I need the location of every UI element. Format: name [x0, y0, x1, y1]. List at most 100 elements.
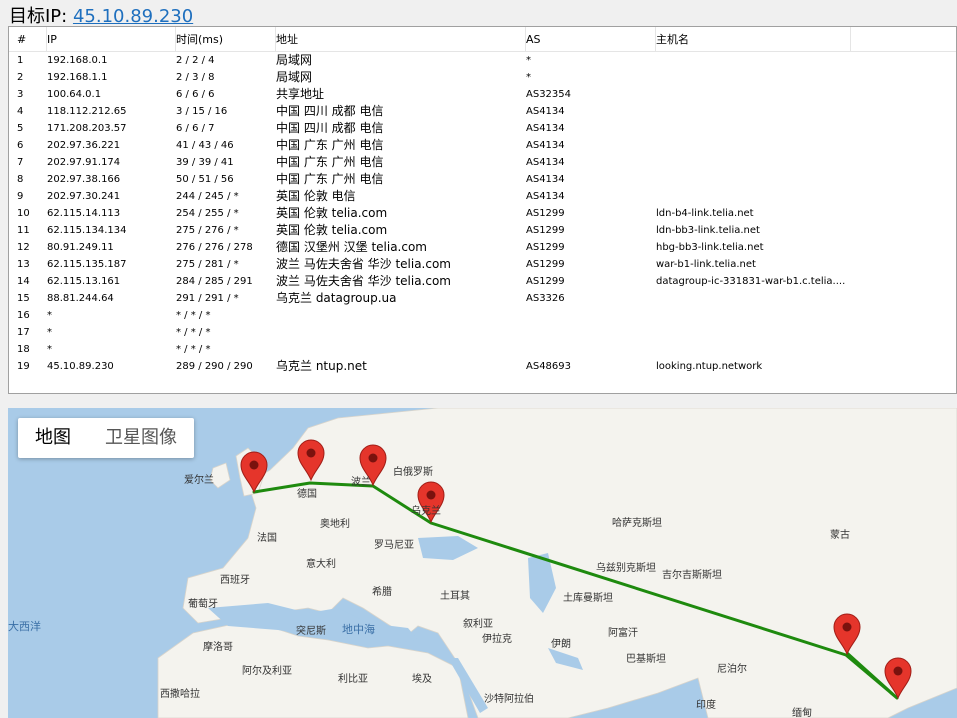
- cell-hostname: looking.ntup.network: [656, 361, 763, 372]
- table-row[interactable]: 19 45.10.89.230 289 / 290 / 290 乌克兰 ntup.ne…: [9, 358, 956, 375]
- cell-hop: 2: [17, 72, 24, 83]
- map-label: 奥地利: [320, 519, 350, 530]
- table-row[interactable]: 10 62.115.14.113 254 / 255 / * 英国 伦敦 telia.…: [9, 205, 956, 222]
- cell-time: 39 / 39 / 41: [176, 157, 234, 168]
- map-label: 希腊: [372, 587, 392, 598]
- table-row[interactable]: 15 88.81.244.64 291 / 291 / * 乌克兰 datagroup…: [9, 290, 956, 307]
- cell-address: 波兰 马佐夫舍省 华沙 telia.com: [276, 257, 451, 271]
- cell-as: *: [526, 55, 531, 66]
- map-label: 印度: [696, 700, 716, 711]
- table-row[interactable]: 8 202.97.38.166 50 / 51 / 56 中国 广东 广州 电信 AS4…: [9, 171, 956, 188]
- map-label: 缅甸: [792, 708, 812, 718]
- cell-time: 275 / 276 / *: [176, 225, 239, 236]
- cell-time: 289 / 290 / 290: [176, 361, 253, 372]
- cell-address: 共享地址: [276, 87, 325, 101]
- table-row[interactable]: 11 62.115.134.134 275 / 276 / * 英国 伦敦 telia…: [9, 222, 956, 239]
- cell-hostname: [656, 324, 851, 341]
- table-row[interactable]: 12 80.91.249.11 276 / 276 / 278 德国 汉堡州 汉堡 t…: [9, 239, 956, 256]
- cell-hop: 1: [17, 55, 24, 66]
- cell-hop: 13: [17, 259, 30, 270]
- cell-hostname: [656, 69, 851, 86]
- cell-time: * / * / *: [176, 344, 211, 355]
- map-label: 意大利: [306, 559, 336, 570]
- cell-hop: 16: [17, 310, 30, 321]
- cell-hostname: [656, 103, 851, 120]
- cell-as: AS1299: [526, 242, 565, 253]
- cell-as: AS4134: [526, 140, 565, 151]
- table-row[interactable]: 9 202.97.30.241 244 / 245 / * 英国 伦敦 电信 AS413…: [9, 188, 956, 205]
- table-row[interactable]: 2 192.168.1.1 2 / 3 / 8 局域网 *: [9, 69, 956, 86]
- table-row[interactable]: 18 * * / * / *: [9, 341, 956, 358]
- cell-hostname: [656, 290, 851, 307]
- cell-hop: 14: [17, 276, 30, 287]
- col-header-time[interactable]: 时间(ms): [176, 27, 276, 52]
- cell-hop: 8: [17, 174, 24, 185]
- table-row[interactable]: 6 202.97.36.221 41 / 43 / 46 中国 广东 广州 电信 AS4…: [9, 137, 956, 154]
- table-row[interactable]: 16 * * / * / *: [9, 307, 956, 324]
- cell-time: 276 / 276 / 278: [176, 242, 253, 253]
- cell-hostname: [656, 154, 851, 171]
- map-label: 阿富汗: [608, 628, 638, 639]
- cell-hop: 19: [17, 361, 30, 372]
- table-row[interactable]: 1 192.168.0.1 2 / 2 / 4 局域网 *: [9, 52, 956, 69]
- map-label: 土库曼斯坦: [563, 593, 613, 604]
- col-header-address[interactable]: 地址: [276, 27, 526, 52]
- cell-hostname: [656, 137, 851, 154]
- cell-time: 244 / 245 / *: [176, 191, 239, 202]
- map-label: 波兰: [351, 477, 371, 488]
- table-row[interactable]: 14 62.115.13.161 284 / 285 / 291 波兰 马佐夫舍省 华…: [9, 273, 956, 290]
- cell-ip: 62.115.135.187: [47, 259, 127, 270]
- target-ip-link[interactable]: 45.10.89.230: [73, 6, 193, 27]
- table-row[interactable]: 3 100.64.0.1 6 / 6 / 6 共享地址 AS32354: [9, 86, 956, 103]
- table-row[interactable]: 17 * * / * / *: [9, 324, 956, 341]
- cell-hop: 17: [17, 327, 30, 338]
- cell-hop: 6: [17, 140, 24, 151]
- map-type-control: 地图 卫星图像: [18, 418, 194, 458]
- col-header-hop[interactable]: #: [17, 27, 47, 52]
- cell-hostname: ldn-b4-link.telia.net: [656, 208, 754, 219]
- table-row[interactable]: 4 118.112.212.65 3 / 15 / 16 中国 四川 成都 电信 AS4…: [9, 103, 956, 120]
- cell-address: 英国 伦敦 电信: [276, 189, 356, 203]
- cell-time: 284 / 285 / 291: [176, 276, 253, 287]
- cell-hostname: ldn-bb3-link.telia.net: [656, 225, 760, 236]
- route-map[interactable]: 爱尔兰 德国 波兰 白俄罗斯 乌克兰 法国 奥地利 罗马尼亚 意大利 西班牙 葡萄牙 希腊 土耳其 哈萨克…: [8, 408, 957, 718]
- cell-address: [276, 341, 526, 358]
- cell-time: 2 / 2 / 4: [176, 55, 215, 66]
- col-header-hostname[interactable]: 主机名: [656, 27, 851, 52]
- table-row[interactable]: 7 202.97.91.174 39 / 39 / 41 中国 广东 广州 电信 AS4…: [9, 154, 956, 171]
- map-label: 突尼斯: [296, 626, 326, 637]
- map-label: 阿尔及利亚: [242, 666, 292, 677]
- cell-hop: 11: [17, 225, 30, 236]
- table-header: # IP 时间(ms) 地址 AS 主机名: [9, 27, 956, 52]
- cell-as: AS4134: [526, 106, 565, 117]
- cell-hostname: hbg-bb3-link.telia.net: [656, 242, 764, 253]
- map-type-map-button[interactable]: 地图: [35, 418, 71, 458]
- cell-ip: 202.97.91.174: [47, 157, 121, 168]
- cell-hop: 5: [17, 123, 24, 134]
- cell-as: AS4134: [526, 123, 565, 134]
- cell-address: [276, 307, 526, 324]
- map-label: 摩洛哥: [203, 642, 233, 653]
- cell-address: 德国 汉堡州 汉堡 telia.com: [276, 240, 427, 254]
- cell-ip: 118.112.212.65: [47, 106, 127, 117]
- table-row[interactable]: 5 171.208.203.57 6 / 6 / 7 中国 四川 成都 电信 AS413…: [9, 120, 956, 137]
- map-label: 地中海: [342, 623, 375, 636]
- col-header-as[interactable]: AS: [526, 27, 656, 52]
- cell-ip: 202.97.36.221: [47, 140, 121, 151]
- cell-address: 中国 四川 成都 电信: [276, 121, 384, 135]
- col-header-ip[interactable]: IP: [47, 27, 176, 52]
- cell-ip: 202.97.30.241: [47, 191, 121, 202]
- map-type-satellite-button[interactable]: 卫星图像: [105, 418, 177, 458]
- cell-hostname: [656, 341, 851, 358]
- map-label: 德国: [297, 489, 317, 500]
- map-label: 利比亚: [338, 674, 368, 685]
- cell-address: 英国 伦敦 telia.com: [276, 223, 388, 237]
- cell-time: 41 / 43 / 46: [176, 140, 234, 151]
- cell-as: AS48693: [526, 361, 571, 372]
- cell-as: AS1299: [526, 208, 565, 219]
- cell-hop: 12: [17, 242, 30, 253]
- table-row[interactable]: 13 62.115.135.187 275 / 281 / * 波兰 马佐夫舍省 华沙…: [9, 256, 956, 273]
- map-label: 埃及: [412, 674, 432, 685]
- cell-hop: 3: [17, 89, 24, 100]
- cell-ip: 202.97.38.166: [47, 174, 121, 185]
